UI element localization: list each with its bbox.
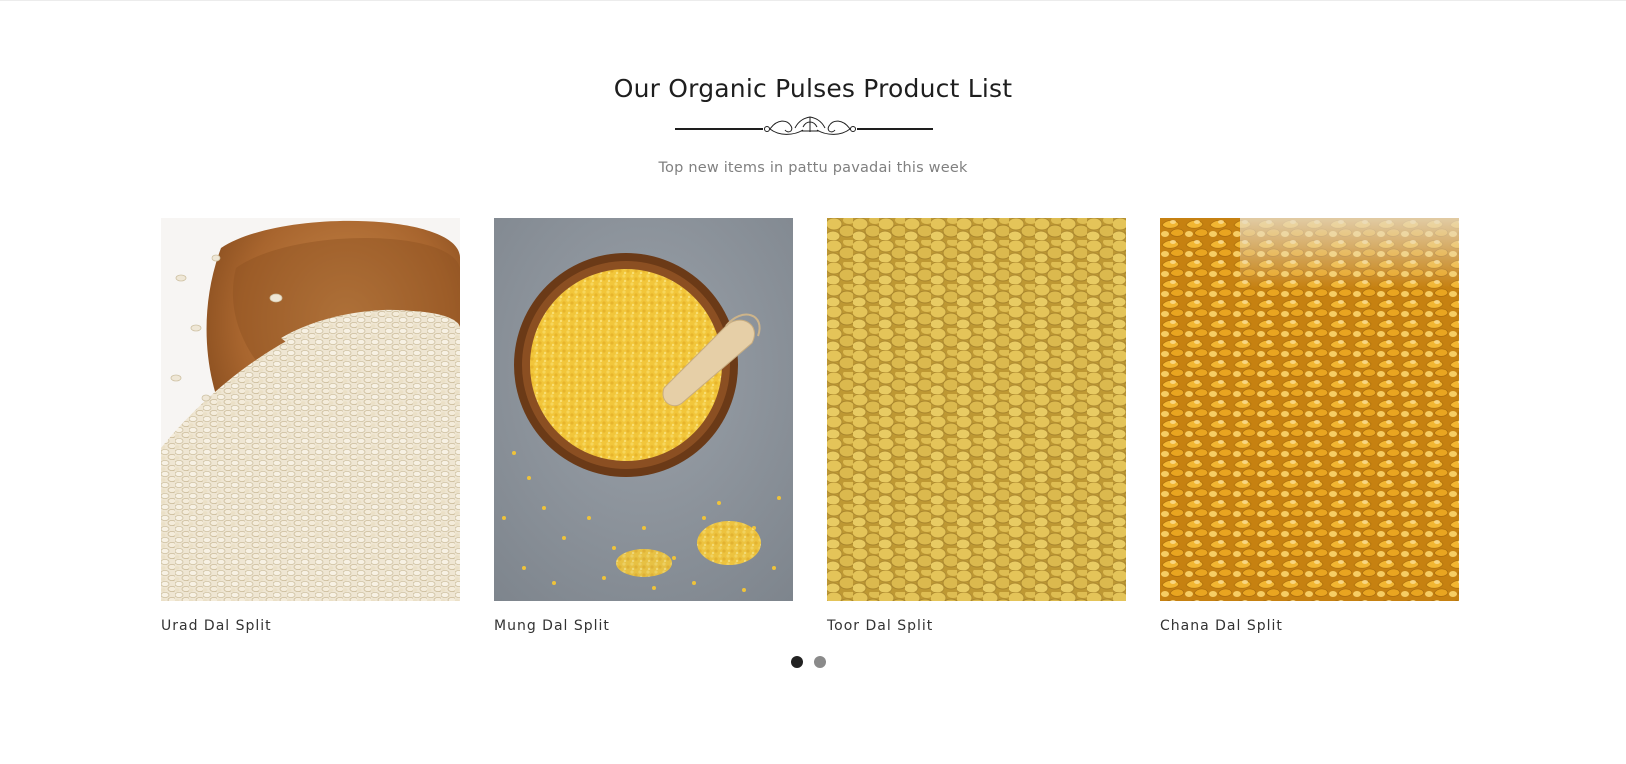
product-card[interactable]: Mung Dal Split <box>494 218 793 638</box>
toor-dal-split-image[interactable] <box>827 218 1126 601</box>
product-carousel: Urad Dal Split Mung Dal Split Toor Dal S… <box>161 218 1461 638</box>
product-name[interactable]: Chana Dal Split <box>1160 618 1283 634</box>
section-subtitle: Top new items in pattu pavadai this week <box>658 160 968 176</box>
mung-dal-split-image[interactable] <box>494 218 793 601</box>
product-card[interactable]: Urad Dal Split <box>161 218 460 638</box>
product-name[interactable]: Toor Dal Split <box>827 618 933 634</box>
carousel-pagination <box>791 656 831 670</box>
chana-dal-split-image[interactable] <box>1160 218 1459 601</box>
urad-dal-split-image[interactable] <box>161 218 460 601</box>
ornamental-divider-icon <box>675 114 945 142</box>
pagination-dot-1[interactable] <box>791 656 803 668</box>
product-name[interactable]: Mung Dal Split <box>494 618 610 634</box>
product-name[interactable]: Urad Dal Split <box>161 618 272 634</box>
product-card[interactable]: Toor Dal Split <box>827 218 1126 638</box>
section-title: Our Organic Pulses Product List <box>613 74 1013 103</box>
product-list-section: Our Organic Pulses Product List Top new … <box>0 0 1626 764</box>
product-card[interactable]: Chana Dal Split <box>1160 218 1459 638</box>
pagination-dot-2[interactable] <box>814 656 826 668</box>
